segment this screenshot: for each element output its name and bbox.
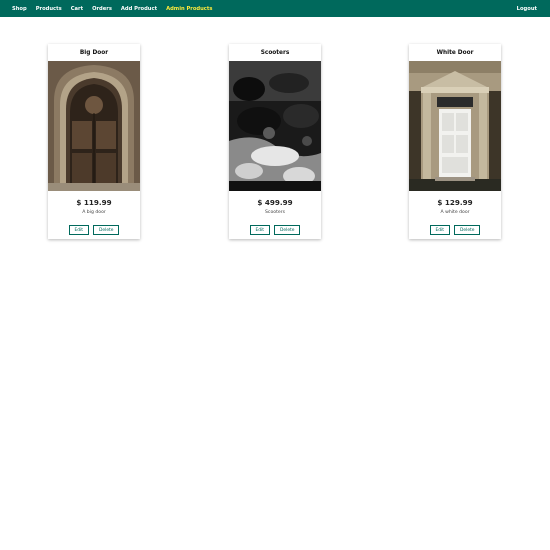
delete-button[interactable]: Delete	[454, 225, 481, 235]
product-title: White Door	[436, 49, 474, 56]
nav-cart[interactable]: Cart	[71, 6, 83, 12]
product-price: $ 129.99	[437, 198, 473, 207]
top-navigation: Shop Products Cart Orders Add Product Ad…	[0, 0, 550, 17]
product-price: $ 499.99	[257, 198, 293, 207]
product-description: A white door	[440, 210, 470, 215]
product-description: Scooters	[265, 210, 285, 215]
product-price: $ 119.99	[76, 198, 112, 207]
product-card: Scooters $ 499.99 Scooters Edit Delete	[229, 44, 321, 239]
logout-link[interactable]: Logout	[517, 6, 537, 12]
product-actions: Edit Delete	[48, 225, 140, 235]
edit-button[interactable]: Edit	[249, 225, 271, 235]
edit-button[interactable]: Edit	[68, 225, 90, 235]
product-card: Big Door $ 119.99 A big door Edit Delete	[48, 44, 140, 239]
product-image-big-door	[48, 61, 140, 191]
nav-links: Shop Products Cart Orders Add Product Ad…	[12, 6, 221, 12]
product-card: White Door $ 129.99 A white door Edit De…	[409, 44, 501, 239]
nav-shop[interactable]: Shop	[12, 6, 27, 12]
nav-orders[interactable]: Orders	[92, 6, 112, 12]
nav-admin-products[interactable]: Admin Products	[166, 6, 212, 12]
product-title: Scooters	[260, 49, 290, 56]
product-actions: Edit Delete	[229, 225, 321, 235]
product-title: Big Door	[79, 49, 109, 56]
product-image-white-door	[409, 61, 501, 191]
nav-products[interactable]: Products	[36, 6, 62, 12]
product-actions: Edit Delete	[409, 225, 501, 235]
edit-button[interactable]: Edit	[429, 225, 451, 235]
product-description: A big door	[82, 210, 106, 215]
nav-add-product[interactable]: Add Product	[121, 6, 157, 12]
product-image-scooters	[229, 61, 321, 191]
delete-button[interactable]: Delete	[93, 225, 120, 235]
delete-button[interactable]: Delete	[274, 225, 301, 235]
